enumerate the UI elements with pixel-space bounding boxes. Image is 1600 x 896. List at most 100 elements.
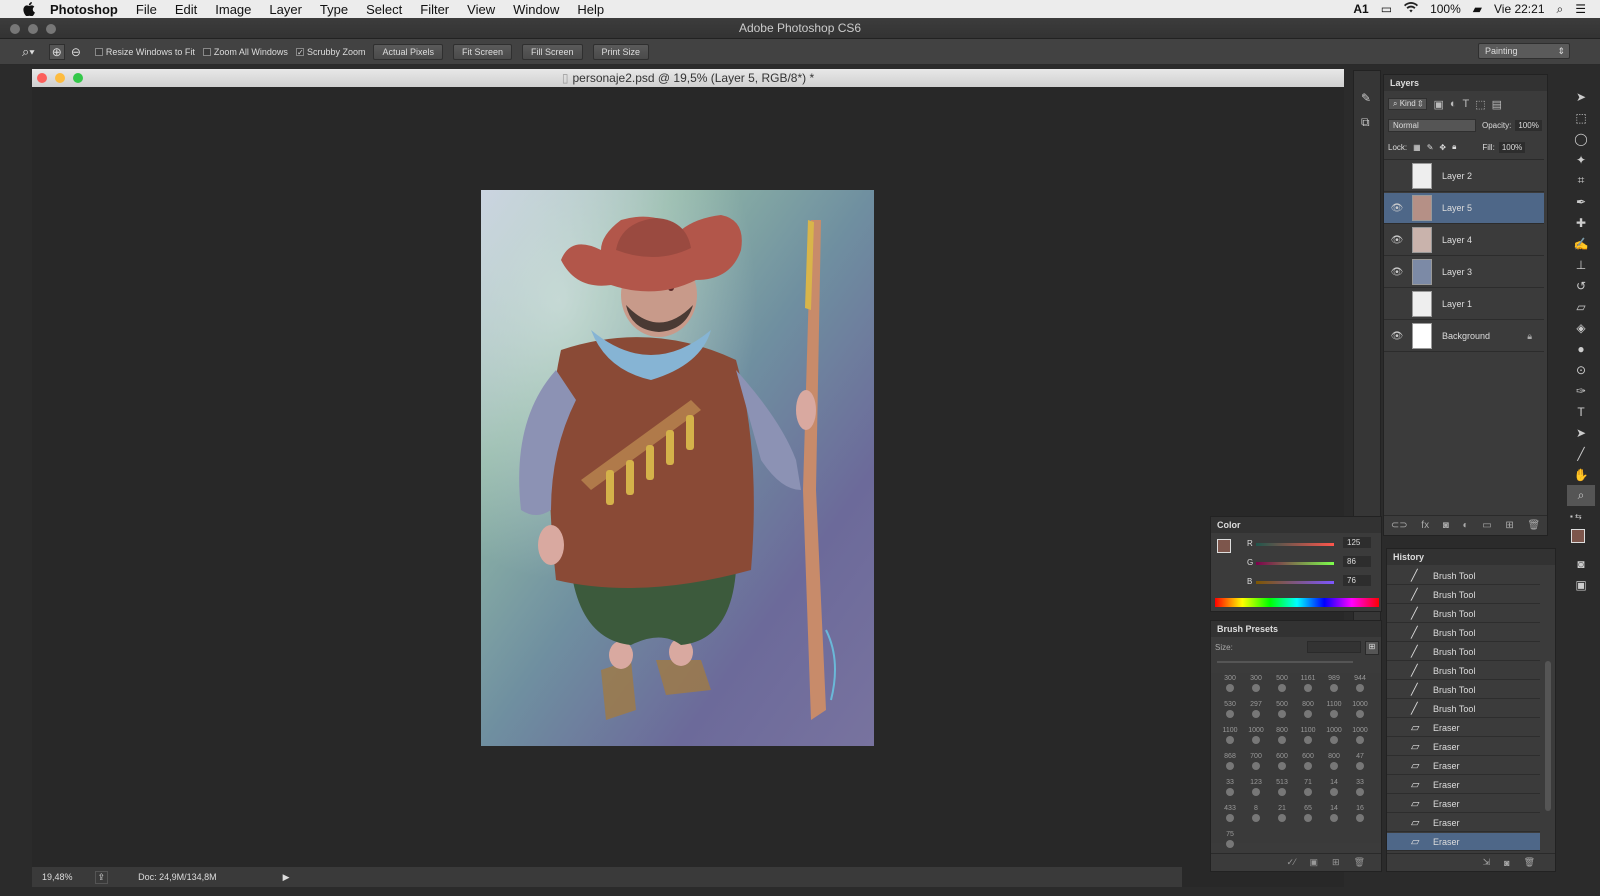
workspace-switcher[interactable]: Painting ⇕ [1478, 43, 1570, 59]
r-value-field[interactable]: 125 [1343, 537, 1371, 548]
menu-image[interactable]: Image [215, 2, 251, 17]
brush-preset[interactable]: 75 [1217, 831, 1243, 848]
brush-preset[interactable]: 1000 [1347, 701, 1373, 718]
filter-adjustment-icon[interactable]: ◐ [1450, 98, 1457, 110]
brush-preset[interactable]: 433 [1217, 805, 1243, 822]
g-slider[interactable] [1256, 562, 1334, 565]
brush-preset[interactable]: 1100 [1295, 727, 1321, 744]
wifi-icon[interactable] [1404, 2, 1419, 16]
brush-preset[interactable]: 700 [1243, 753, 1269, 770]
brush-panel-icon[interactable]: ✎ [1361, 91, 1380, 105]
lasso-tool-icon[interactable]: ◯ [1567, 128, 1595, 149]
brush-preset[interactable]: 1000 [1243, 727, 1269, 744]
brush-preset[interactable]: 1100 [1321, 701, 1347, 718]
history-state[interactable]: ▱ Eraser [1387, 795, 1540, 813]
new-document-from-state-icon[interactable]: ⇲ [1483, 857, 1491, 868]
brush-preset[interactable]: 600 [1295, 753, 1321, 770]
snapshot-icon[interactable]: ◙ [1504, 858, 1509, 868]
menu-type[interactable]: Type [320, 2, 348, 17]
history-state[interactable]: ╱ Brush Tool [1387, 605, 1540, 623]
brush-preset[interactable]: 47 [1347, 753, 1373, 770]
clone-stamp-icon[interactable]: ⊥ [1567, 254, 1595, 275]
filter-shape-icon[interactable]: ⬚ [1475, 98, 1485, 111]
menu-select[interactable]: Select [366, 2, 402, 17]
spotlight-icon[interactable]: ⌕ [1557, 2, 1564, 17]
menu-view[interactable]: View [467, 2, 495, 17]
history-state[interactable]: ▱ Eraser [1387, 776, 1540, 794]
delete-layer-icon[interactable]: 🗑︎ [1527, 520, 1540, 531]
brush-preset[interactable]: 33 [1347, 779, 1373, 796]
brush-tool-icon[interactable]: ✍ [1567, 233, 1595, 254]
paint-bucket-icon[interactable]: ◈ [1567, 317, 1595, 338]
brush-panel-toggle-icon[interactable]: ⊞ [1365, 641, 1379, 655]
history-state[interactable]: ╱ Brush Tool [1387, 662, 1540, 680]
notification-center-icon[interactable]: ☰ [1575, 2, 1586, 16]
history-scrollbar[interactable] [1545, 661, 1551, 811]
menu-window[interactable]: Window [513, 2, 559, 17]
zoom-out-icon[interactable]: ⊖ [71, 45, 81, 59]
opacity-field[interactable]: 100% [1515, 119, 1542, 131]
brush-options-icon[interactable]: ▣ [1310, 857, 1319, 868]
brush-preset[interactable]: 800 [1295, 701, 1321, 718]
battery-icon[interactable]: ▰ [1473, 2, 1482, 16]
new-group-icon[interactable]: ▭ [1482, 520, 1491, 531]
b-slider[interactable] [1256, 581, 1334, 584]
brush-preset[interactable]: 868 [1217, 753, 1243, 770]
eye-icon[interactable]: 👁︎ [1390, 331, 1404, 342]
brush-preset[interactable]: 297 [1243, 701, 1269, 718]
layers-panel-tab[interactable]: Layers [1384, 75, 1547, 91]
doc-size[interactable]: Doc: 24,9M/134,8M [138, 872, 217, 882]
history-state[interactable]: ╱ Brush Tool [1387, 624, 1540, 642]
brush-preset[interactable]: 800 [1321, 753, 1347, 770]
doc-close-button[interactable] [37, 73, 47, 83]
link-layers-icon[interactable]: ⊂⊃ [1391, 520, 1408, 531]
brush-preset[interactable]: 33 [1217, 779, 1243, 796]
layer-row[interactable]: 👁︎ Layer 4 [1384, 225, 1544, 256]
brush-preset[interactable]: 14 [1321, 805, 1347, 822]
eraser-tool-icon[interactable]: ▱ [1567, 296, 1595, 317]
history-state[interactable]: ▱ Eraser [1387, 757, 1540, 775]
brush-preset[interactable]: 800 [1269, 727, 1295, 744]
apple-icon[interactable] [20, 0, 38, 18]
marquee-tool-icon[interactable]: ⬚ [1567, 107, 1595, 128]
brush-preset[interactable]: 1000 [1347, 727, 1373, 744]
export-icon[interactable]: ⇪ [94, 870, 109, 884]
brush-preset[interactable]: 600 [1269, 753, 1295, 770]
zoom-all-checkbox[interactable]: Zoom All Windows [202, 47, 288, 57]
lock-transparency-icon[interactable]: ▦ [1413, 143, 1421, 152]
menu-layer[interactable]: Layer [269, 2, 302, 17]
add-mask-icon[interactable]: ◙ [1443, 520, 1449, 531]
layer-row[interactable]: 👁︎ Layer 5 [1384, 193, 1544, 224]
layer-row[interactable]: Layer 2 [1384, 161, 1544, 192]
brush-preset[interactable]: 71 [1295, 779, 1321, 796]
resize-windows-checkbox[interactable]: Resize Windows to Fit [94, 47, 195, 57]
brush-preset[interactable]: 123 [1243, 779, 1269, 796]
history-state[interactable]: ▱ Eraser [1387, 719, 1540, 737]
new-layer-icon[interactable]: ⊞ [1505, 520, 1513, 531]
zoom-tool-icon[interactable]: ⌕ [1567, 485, 1595, 506]
doc-minimize-button[interactable] [55, 73, 65, 83]
eye-icon[interactable]: 👁︎ [1390, 267, 1404, 278]
lock-position-icon[interactable]: ✥ [1439, 143, 1446, 152]
eyedropper-icon[interactable]: ✒ [1567, 191, 1595, 212]
menu-filter[interactable]: Filter [420, 2, 449, 17]
brush-preset[interactable]: 1000 [1321, 727, 1347, 744]
status-menu-arrow-icon[interactable]: ▶ [283, 872, 290, 883]
menu-help[interactable]: Help [577, 2, 604, 17]
lock-all-icon[interactable]: 🔒︎ [1452, 142, 1456, 152]
filter-type-icon[interactable]: T [1463, 98, 1470, 110]
blend-mode-select[interactable]: Normal [1388, 118, 1476, 132]
history-state[interactable]: ╱ Brush Tool [1387, 586, 1540, 604]
toggle-brush-panel-icon[interactable]: ✓⁄ [1286, 857, 1295, 868]
zoom-window-button[interactable] [46, 24, 56, 34]
menu-file[interactable]: File [136, 2, 157, 17]
delete-brush-icon[interactable]: 🗑︎ [1354, 857, 1365, 868]
brush-preset[interactable]: 21 [1269, 805, 1295, 822]
brush-preset[interactable]: 300 [1217, 675, 1243, 692]
history-state[interactable]: ▱ Eraser [1387, 814, 1540, 832]
brush-preset[interactable]: 513 [1269, 779, 1295, 796]
brush-preset[interactable]: 8 [1243, 805, 1269, 822]
filter-kind-select[interactable]: ⌕ Kind ⇕ [1388, 98, 1428, 110]
fx-icon[interactable]: fx [1421, 520, 1429, 531]
clone-source-icon[interactable]: ⧉ [1361, 115, 1380, 130]
